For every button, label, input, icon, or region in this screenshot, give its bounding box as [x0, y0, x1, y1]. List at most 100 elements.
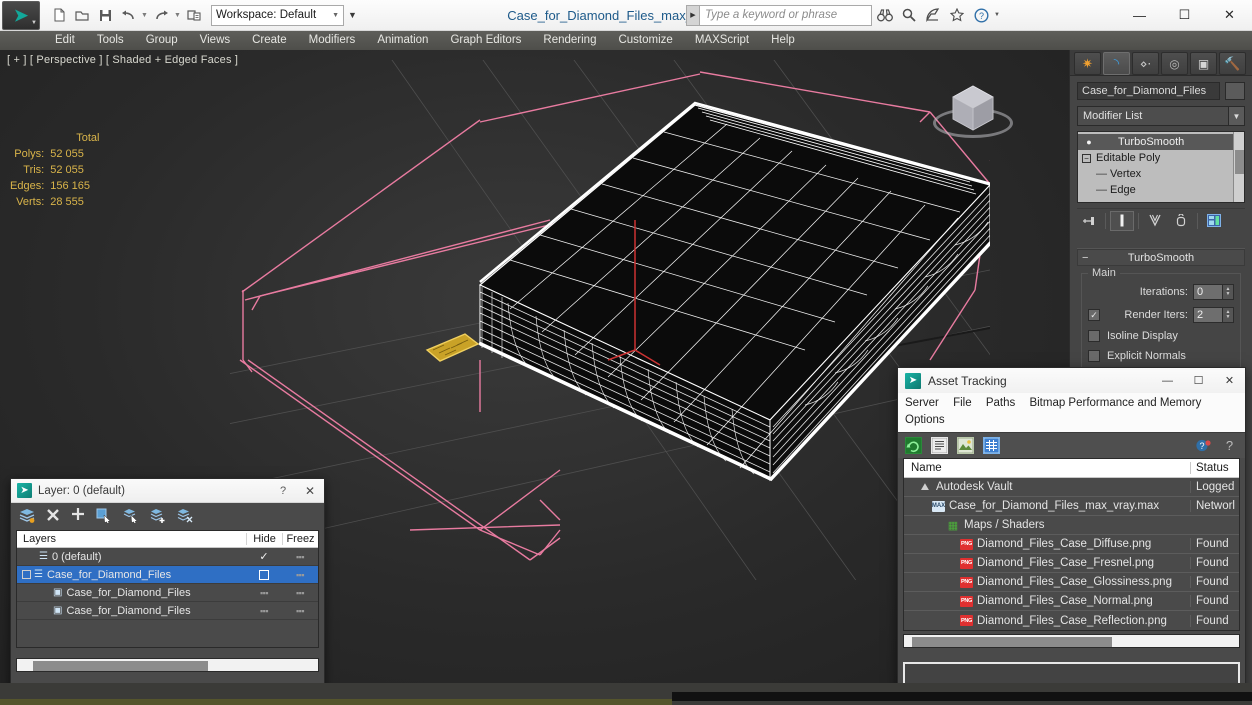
close-button[interactable]: ✕ — [1207, 0, 1252, 30]
spinner-arrows-icon[interactable]: ▲▼ — [1223, 284, 1234, 300]
tab-display[interactable]: ▣ — [1190, 52, 1217, 75]
layer-freeze-cell[interactable]: ▪▪▪ — [282, 570, 318, 580]
minimize-button[interactable]: — — [1117, 0, 1162, 30]
asset-row-glossiness-png[interactable]: PNG Diamond_Files_Case_Glossiness.png Fo… — [904, 573, 1239, 592]
layer-freeze-cell[interactable]: ▪▪▪ — [282, 552, 318, 562]
asset-row-diffuse-png[interactable]: PNG Diamond_Files_Case_Diffuse.png Found — [904, 535, 1239, 554]
viewport-3d-scene[interactable] — [230, 60, 990, 580]
select-highlighted-objects-button[interactable] — [123, 508, 139, 526]
satellite-button[interactable] — [922, 4, 944, 26]
iterations-value[interactable]: 0 — [1193, 284, 1223, 300]
asset-row-maps-shaders[interactable]: ▦ Maps / Shaders — [904, 516, 1239, 535]
magnifier-button[interactable] — [898, 4, 920, 26]
layer-row-default[interactable]: ☰ 0 (default) ✓ ▪▪▪ — [17, 548, 318, 566]
add-selection-button[interactable] — [71, 507, 85, 526]
asset-row-reflection-png[interactable]: PNG Diamond_Files_Case_Reflection.png Fo… — [904, 611, 1239, 630]
minimize-button[interactable]: — — [1152, 368, 1183, 393]
remove-modifier-button[interactable] — [1169, 211, 1193, 231]
tab-utilities[interactable]: 🔨 — [1219, 52, 1246, 75]
render-iters-spinner[interactable]: 2 ▲▼ — [1193, 307, 1234, 323]
thumbnail-view-button[interactable] — [957, 437, 974, 454]
search-dropdown-arrow-icon[interactable]: ▶ — [686, 5, 700, 26]
configure-modifier-sets-button[interactable] — [1202, 211, 1226, 231]
menu-item-group[interactable]: Group — [135, 31, 189, 50]
tab-modify[interactable]: ◝ — [1103, 52, 1130, 75]
tab-hierarchy[interactable]: ⋄⋅ — [1132, 52, 1159, 75]
spinner-arrows-icon[interactable]: ▲▼ — [1223, 307, 1234, 323]
menu-item-graph-editors[interactable]: Graph Editors — [439, 31, 532, 50]
tab-create[interactable]: ✷ — [1074, 52, 1101, 75]
asset-row-max-file[interactable]: MAX Case_for_Diamond_Files_max_vray.max … — [904, 497, 1239, 516]
layer-row-case-for-diamond-files[interactable]: ☰ Case_for_Diamond_Files ▪▪▪ — [17, 566, 318, 584]
expand-collapse-icon[interactable] — [22, 570, 31, 579]
asset-horizontal-scrollbar[interactable] — [903, 634, 1240, 648]
asset-tracking-titlebar[interactable]: ➤ Asset Tracking — ☐ ✕ — [898, 368, 1245, 393]
layer-hide-cell[interactable] — [246, 570, 282, 580]
layer-dialog[interactable]: ➤ Layer: 0 (default) ? ✕ — [10, 478, 325, 690]
modifier-stack-item-turbosmooth[interactable]: ● TurboSmooth — [1078, 134, 1233, 150]
close-button[interactable]: ✕ — [1214, 368, 1245, 393]
menu-item-views[interactable]: Views — [189, 31, 241, 50]
menu-item-create[interactable]: Create — [241, 31, 298, 50]
layer-list[interactable]: Layers Hide Freez ☰ 0 (default) ✓ ▪▪▪ ☰ — [16, 530, 319, 648]
menu-item-server[interactable]: Server — [905, 395, 939, 412]
menu-item-options[interactable]: Options — [905, 412, 945, 429]
layer-hide-cell[interactable]: ✓ — [246, 550, 282, 563]
column-header-name[interactable]: Name — [904, 462, 1190, 474]
favorites-button[interactable] — [946, 4, 968, 26]
asset-tracking-list[interactable]: Name Status ⛰ Autodesk Vault Logged MAX … — [903, 458, 1240, 631]
object-name-field[interactable]: Case_for_Diamond_Files — [1077, 82, 1220, 100]
select-objects-in-layer-button[interactable] — [96, 508, 112, 526]
modifier-list-dropdown[interactable]: Modifier List ▼ — [1077, 106, 1245, 126]
menu-item-help[interactable]: Help — [760, 31, 806, 50]
modifier-stack[interactable]: ● TurboSmooth − Editable Poly — Vertex —… — [1077, 131, 1245, 203]
grid-view-button[interactable] — [983, 437, 1000, 454]
binoculars-button[interactable] — [874, 4, 896, 26]
isoline-display-checkbox[interactable] — [1088, 330, 1100, 342]
asset-row-fresnel-png[interactable]: PNG Diamond_Files_Case_Fresnel.png Found — [904, 554, 1239, 573]
maximize-button[interactable]: ☐ — [1183, 368, 1214, 393]
collapse-icon[interactable]: − — [1082, 252, 1088, 264]
tab-motion[interactable]: ◎ — [1161, 52, 1188, 75]
menu-item-maxscript[interactable]: MAXScript — [684, 31, 760, 50]
view-cube[interactable] — [929, 78, 1017, 148]
asset-row-autodesk-vault[interactable]: ⛰ Autodesk Vault Logged — [904, 478, 1239, 497]
help-button[interactable]: ? — [1195, 437, 1212, 454]
menu-item-file[interactable]: File — [953, 395, 972, 412]
help-button[interactable]: ? — [270, 485, 296, 497]
list-view-button[interactable] — [931, 437, 948, 454]
isoline-display-row[interactable]: Isoline Display — [1088, 330, 1234, 342]
object-freeze-cell[interactable]: ▪▪▪ — [282, 606, 318, 616]
maximize-button[interactable]: ☐ — [1162, 0, 1207, 30]
help-button[interactable]: ? — [970, 4, 992, 26]
chevron-down-icon[interactable]: ▼ — [1228, 107, 1244, 125]
object-color-swatch[interactable] — [1225, 82, 1245, 100]
viewport-label[interactable]: [ + ] [ Perspective ] [ Shaded + Edged F… — [7, 54, 238, 66]
scrollbar-thumb[interactable] — [1235, 150, 1244, 174]
show-end-result-button[interactable] — [1110, 211, 1134, 231]
scrollbar-thumb[interactable] — [33, 661, 208, 671]
modifier-stack-subitem-edge[interactable]: — Edge — [1078, 182, 1233, 198]
menu-item-paths[interactable]: Paths — [986, 395, 1015, 412]
layer-dialog-titlebar[interactable]: ➤ Layer: 0 (default) ? ✕ — [11, 479, 324, 503]
refresh-button[interactable] — [905, 437, 922, 454]
column-header-status[interactable]: Status — [1190, 462, 1239, 474]
modifier-stack-subitem-vertex[interactable]: — Vertex — [1078, 166, 1233, 182]
context-help-button[interactable]: ? — [1221, 437, 1238, 454]
modifier-stack-scrollbar[interactable] — [1233, 132, 1244, 202]
hide-unhide-button[interactable] — [177, 508, 193, 526]
scrollbar-thumb[interactable] — [912, 637, 1112, 647]
menu-item-animation[interactable]: Animation — [366, 31, 439, 50]
search-input[interactable]: Type a keyword or phrase — [700, 5, 872, 26]
menu-item-rendering[interactable]: Rendering — [532, 31, 607, 50]
render-iters-value[interactable]: 2 — [1193, 307, 1223, 323]
asset-row-normal-png[interactable]: PNG Diamond_Files_Case_Normal.png Found — [904, 592, 1239, 611]
view-cube-box[interactable] — [929, 78, 1017, 148]
iterations-spinner[interactable]: 0 ▲▼ — [1193, 284, 1234, 300]
expand-collapse-icon[interactable]: − — [1082, 154, 1091, 163]
object-hide-cell[interactable]: ▪▪▪ — [246, 588, 282, 598]
object-hide-cell[interactable]: ▪▪▪ — [246, 606, 282, 616]
pin-stack-button[interactable] — [1077, 211, 1101, 231]
modifier-stack-item-editable-poly[interactable]: − Editable Poly — [1078, 150, 1233, 166]
explicit-normals-row[interactable]: Explicit Normals — [1088, 350, 1234, 362]
